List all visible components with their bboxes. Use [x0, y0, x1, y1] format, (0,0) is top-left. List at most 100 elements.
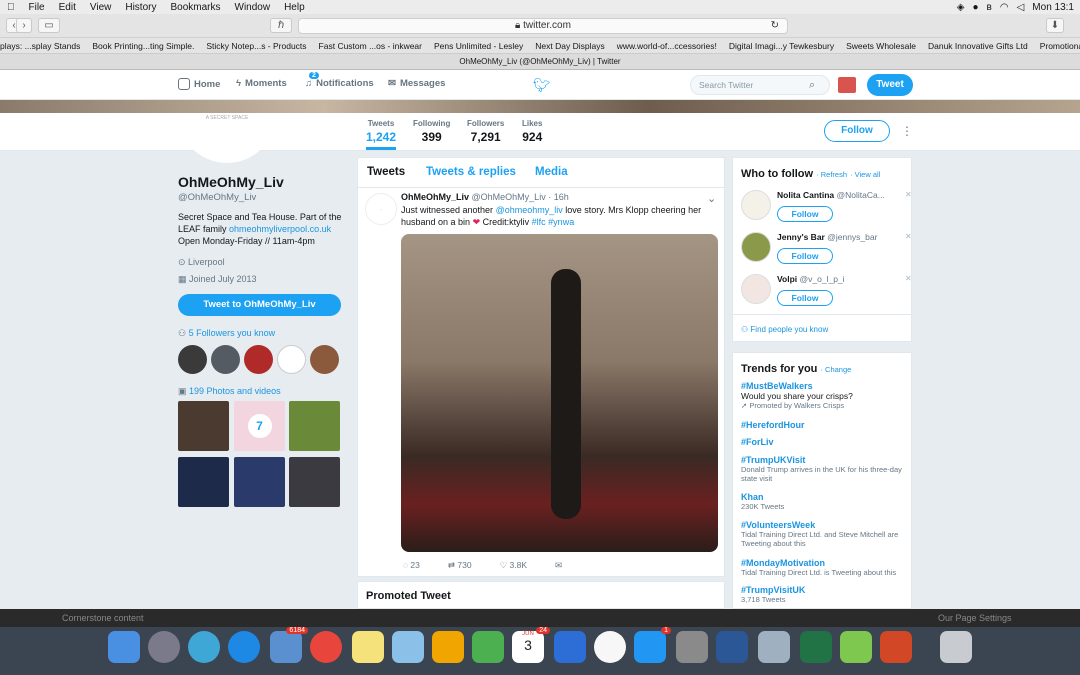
avatar[interactable] — [741, 190, 771, 220]
profile-avatar[interactable]: A SECRET SPACE — [178, 113, 276, 163]
media-thumb[interactable] — [234, 457, 285, 507]
more-icon[interactable]: ⋮ — [901, 124, 913, 138]
bookmark-item[interactable]: Digital Imagi...y Tewkesbury — [729, 41, 834, 51]
wifi-icon[interactable]: ◠ — [1000, 2, 1009, 13]
preview-icon[interactable] — [392, 631, 424, 663]
menu-view[interactable]: View — [83, 2, 119, 13]
trend-item[interactable]: #TrumpUKVisit Donald Trump arrives in the… — [741, 455, 906, 483]
keynote-icon[interactable] — [554, 631, 586, 663]
retweet-action[interactable]: ⇄ 730 — [448, 560, 472, 571]
view-all-link[interactable]: · View all — [850, 170, 880, 179]
dismiss-icon[interactable]: ✕ — [905, 274, 912, 283]
suggested-user-name[interactable]: Jenny's Bar @jennys_bar — [777, 232, 877, 242]
suggested-user-name[interactable]: Volpi @v_o_l_p_i — [777, 274, 845, 284]
excel-icon[interactable] — [800, 631, 832, 663]
stat-likes[interactable]: Likes 924 — [522, 119, 542, 144]
trend-item[interactable]: #VolunteersWeek Tidal Training Direct Ltd… — [741, 520, 906, 548]
follow-button[interactable]: Follow — [824, 120, 890, 142]
bookmark-item[interactable]: Sticky Notep...s - Products — [206, 41, 306, 51]
volume-icon[interactable]: ◁ — [1017, 2, 1025, 13]
profile-handle[interactable]: @OhMeOhMy_Liv — [178, 192, 256, 203]
trash-icon[interactable] — [940, 631, 972, 663]
url-bar[interactable]: 🔒︎ twitter.com ↻ — [298, 18, 788, 34]
bookmark-item[interactable]: Fast Custom ...os - inkwear — [319, 41, 422, 51]
stat-following[interactable]: Following 399 — [413, 119, 450, 144]
like-action[interactable]: ♡ 3.8K — [500, 560, 527, 571]
menu-file[interactable]: File — [22, 2, 52, 13]
stat-tweets[interactable]: Tweets 1,242 — [366, 119, 397, 150]
menu-edit[interactable]: Edit — [52, 2, 83, 13]
dismiss-icon[interactable]: ✕ — [905, 190, 912, 199]
clock[interactable]: Mon 13:1 — [1032, 2, 1074, 13]
calendar-app-icon[interactable]: JUN 3 24 — [512, 627, 550, 663]
trend-item[interactable]: #MondayMotivation Tidal Training Direct L… — [741, 558, 906, 577]
chrome-icon[interactable] — [310, 631, 342, 663]
bookmark-item[interactable]: Pens Unlimited - Lesley — [434, 41, 523, 51]
status-icon[interactable]: ● — [973, 2, 979, 13]
bookmark-item[interactable]: plays: ...splay Stands — [0, 41, 80, 51]
reply-action[interactable]: ◌ 23 — [403, 560, 420, 571]
menu-bookmarks[interactable]: Bookmarks — [163, 2, 227, 13]
bookmark-item[interactable]: Next Day Displays — [535, 41, 604, 51]
forward-button[interactable]: › — [16, 18, 32, 33]
nav-messages[interactable]: ✉ Messages — [388, 78, 445, 89]
dismiss-icon[interactable]: ✕ — [905, 232, 912, 241]
mail-icon[interactable]: 6184 — [270, 627, 308, 663]
tweet-author[interactable]: OhMeOhMy_Liv — [401, 192, 469, 202]
find-people-link[interactable]: ⚇ Find people you know — [741, 325, 828, 334]
tweet-image[interactable] — [401, 234, 718, 552]
tweet-avatar[interactable]: ◦ — [365, 193, 397, 225]
numbers-icon[interactable] — [472, 631, 504, 663]
bookmark-item[interactable]: Sweets Wholesale — [846, 41, 916, 51]
tweet-handle[interactable]: @OhMeOhMy_Liv — [472, 192, 546, 202]
avatar[interactable] — [178, 345, 207, 374]
safari-icon[interactable] — [228, 631, 260, 663]
profile-name[interactable]: OhMeOhMy_Liv — [178, 174, 284, 190]
word-icon[interactable] — [716, 631, 748, 663]
twitter-bird-icon[interactable]: 🐦︎ — [533, 77, 551, 94]
system-preferences-icon[interactable] — [676, 631, 708, 663]
avatar[interactable] — [211, 345, 240, 374]
tab-tweets-replies[interactable]: Tweets & replies — [426, 166, 516, 178]
apple-icon[interactable]:  — [0, 2, 22, 13]
avatar[interactable] — [741, 232, 771, 262]
tweet-to-button[interactable]: Tweet to OhMeOhMy_Liv — [178, 294, 341, 316]
follow-user-button[interactable]: Follow — [777, 290, 833, 306]
sidebar-icon[interactable]: ▭ — [38, 18, 60, 33]
tweet-hashtags[interactable]: #lfc #ynwa — [532, 217, 575, 227]
bookmark-item[interactable]: www.world-of...ccessories! — [617, 41, 717, 51]
followers-you-know[interactable]: ⚇ 5 Followers you know — [178, 328, 275, 339]
avatar[interactable] — [310, 345, 339, 374]
teamviewer-icon[interactable] — [188, 631, 220, 663]
app-icon[interactable] — [840, 631, 872, 663]
app-icon[interactable] — [758, 631, 790, 663]
avatar[interactable] — [244, 345, 273, 374]
refresh-link[interactable]: · Refresh — [816, 170, 847, 179]
notes-icon[interactable] — [352, 631, 384, 663]
media-thumb[interactable] — [289, 457, 340, 507]
launchpad-icon[interactable] — [148, 631, 180, 663]
user-avatar[interactable] — [838, 77, 856, 93]
avatar[interactable] — [741, 274, 771, 304]
reader-icon[interactable]: ℏ — [270, 18, 292, 33]
trend-item[interactable]: Khan 230K Tweets — [741, 492, 784, 511]
menu-window[interactable]: Window — [228, 2, 278, 13]
avatar[interactable] — [277, 345, 306, 374]
finder-icon[interactable] — [108, 631, 140, 663]
bookmark-item[interactable]: Promotional ...and Displays — [1040, 41, 1080, 51]
nav-home[interactable]: Home — [178, 78, 220, 90]
downloads-icon[interactable]: ⬇ — [1046, 18, 1064, 33]
change-link[interactable]: · Change — [820, 365, 851, 374]
photos-videos-link[interactable]: ▣ 199 Photos and videos — [178, 386, 281, 397]
media-thumb[interactable] — [289, 401, 340, 451]
reload-icon[interactable]: ↻ — [771, 19, 779, 33]
trend-item[interactable]: #TrumpVisitUK 3,718 Tweets — [741, 585, 805, 604]
menu-history[interactable]: History — [118, 2, 163, 13]
trend-item[interactable]: #ForLiv — [741, 437, 774, 447]
search-icon[interactable]: ⌕ — [809, 79, 815, 92]
bio-link[interactable]: ohmeohmyliverpool.co.uk — [229, 224, 331, 234]
nav-moments[interactable]: ϟ Moments — [236, 78, 287, 89]
trend-item[interactable]: #MustBeWalkers Would you share your crisp… — [741, 381, 853, 410]
tweet-time[interactable]: · 16h — [548, 192, 569, 202]
appstore-icon[interactable]: 1 — [634, 627, 671, 663]
